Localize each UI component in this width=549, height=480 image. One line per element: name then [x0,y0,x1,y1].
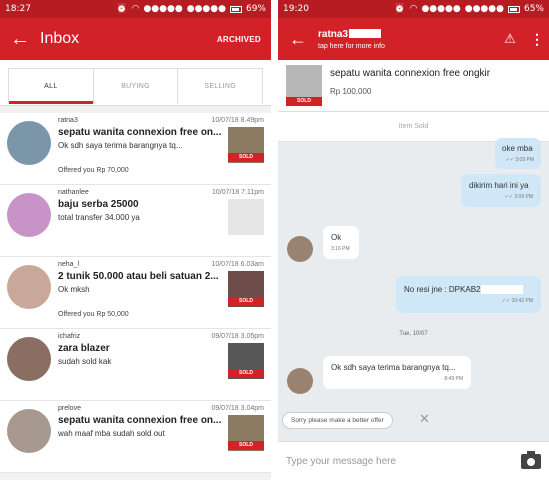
list-item[interactable]: ichafriz 09/07/18 3.05pm zara blazer sudah … [0,329,271,401]
close-icon[interactable]: ✕ [419,411,430,427]
list-item[interactable]: nathanlee 10/07/18 7.11pm baju serba 25000… [0,185,271,257]
tab-all[interactable]: ALL [9,69,94,104]
message-time: ✓✓ 3:09 PM [505,157,534,163]
message-input[interactable]: Type your message here [286,456,521,467]
message-text: dikirim hari ini ya [469,181,529,190]
battery-icon [507,5,520,13]
message-date: 10/07/18 8.49pm [211,117,264,124]
message-time: ✓✓ 10:42 PM [501,298,533,305]
list-item[interactable]: ratna3 10/07/18 8.49pm sepatu wanita conne… [0,113,271,185]
back-arrow-icon[interactable]: ← [278,29,318,50]
message-outgoing: No resi jne : DPKAB2 ✓✓ 10:42 PM [396,276,541,314]
avatar [7,265,51,309]
signal-icon-2: ●●●●● [186,4,226,14]
back-arrow-icon[interactable]: ← [0,28,40,51]
message-text: Ok [331,233,342,242]
product-price: Rp 100,000 [330,87,372,96]
redaction-box [349,29,382,39]
signal-icon: ●●●●● [421,4,461,14]
tab-buying[interactable]: BUYING [94,69,179,104]
message-time: 3:16 PM [331,246,350,252]
conversation-subject: baju serba 25000 [58,199,139,210]
alarm-icon: ⏰ [394,4,406,14]
conversation-subject: zara blazer [58,343,110,354]
sold-badge: SOLD [286,97,322,106]
contact-info[interactable]: ratna3 tap here for more info [318,29,495,50]
app-bar: ← Inbox ARCHIVED [0,18,271,60]
message-text: Ok sdh saya terima barangnya tq... [331,363,456,372]
signal-icon: ●●●●● [143,4,183,14]
conversation-preview: sudah sold kak [58,357,112,366]
warning-icon[interactable]: ⚠ [495,31,525,47]
message-date: 10/07/18 6.03am [211,261,264,268]
quick-reply-chip[interactable]: Sorry please make a better offer [282,412,393,429]
product-header[interactable]: SOLD sepatu wanita connexion free ongkir… [278,60,549,112]
battery-level: 69% [245,4,266,14]
inbox-screen: 18:27 ⏰ ◠ ●●●●● ●●●●● 69% ← Inbox ARCHIV… [0,0,271,480]
sold-badge: SOLD [228,153,264,162]
product-thumbnail [228,199,264,235]
conversation-preview: wah maaf mba sudah sold out [58,429,165,438]
message-date: 09/07/18 3.05pm [211,333,264,340]
message-outgoing: oke mba ✓✓ 3:09 PM [495,138,541,169]
conversation-subject: sepatu wanita connexion free on... [58,127,222,138]
contact-avatar [287,236,313,262]
status-time: 18:27 [5,4,31,14]
conversation-list: ratna3 10/07/18 8.49pm sepatu wanita conne… [0,113,271,473]
tabs-container: ALL BUYING SELLING [0,60,271,106]
message-date: 09/07/18 3.04pm [211,405,264,412]
day-separator: Tue, 10/07 [399,331,428,337]
conversation-preview: total transfer 34.000 ya [58,213,140,222]
message-time: 8:49 PM [444,376,463,382]
message-composer: Type your message here [278,441,549,480]
camera-icon[interactable] [521,450,541,469]
avatar [7,409,51,453]
message-incoming: Ok 3:16 PM [323,226,359,259]
sold-badge: SOLD [228,369,264,378]
contact-name: ratna3 [318,28,349,40]
wifi-icon: ◠ [409,4,418,14]
message-text: No resi jne : DPKAB2 [404,285,481,294]
status-bar: 19:20 ⏰ ◠ ●●●●● ●●●●● 65% [278,0,549,18]
conversation-preview: Ok mksh [58,285,90,294]
product-thumbnail: SOLD [286,65,322,106]
wifi-icon: ◠ [131,4,140,14]
offer-text: Offered you Rp 50,000 [58,311,129,318]
message-text: oke mba [502,144,533,153]
conversation-subject: 2 tunik 50.000 atau beli satuan 2... [58,271,219,282]
tab-selling[interactable]: SELLING [178,69,262,104]
signal-icon-2: ●●●●● [464,4,504,14]
more-vert-icon[interactable]: ⋮ [525,31,549,48]
chat-thread: oke mba ✓✓ 3:09 PM dikirim hari ini ya ✓… [278,138,549,439]
chat-app-bar: ← ratna3 tap here for more info ⚠ ⋮ [278,18,549,60]
status-bar: 18:27 ⏰ ◠ ●●●●● ●●●●● 69% [0,0,271,18]
alarm-icon: ⏰ [116,4,128,14]
archived-button[interactable]: ARCHIVED [217,35,261,44]
sold-badge: SOLD [228,441,264,450]
message-date: 10/07/18 7.11pm [211,189,264,196]
contact-avatar [287,368,313,394]
chat-screen: 19:20 ⏰ ◠ ●●●●● ●●●●● 65% ← ratna3 tap h… [278,0,549,480]
conversation-subject: sepatu wanita connexion free on... [58,415,222,426]
offer-text: Offered you Rp 70,000 [58,167,129,174]
conversation-preview: Ok sdh saya terima barangnya tq... [58,141,183,150]
sold-badge: SOLD [228,297,264,306]
redaction-box [481,285,524,295]
list-item[interactable]: prelove 09/07/18 3.04pm sepatu wanita conn… [0,401,271,473]
message-incoming: Ok sdh saya terima barangnya tq... 8:49 … [323,356,471,389]
avatar [7,337,51,381]
contact-hint: tap here for more info [318,42,385,50]
page-title: Inbox [40,30,80,47]
product-title: sepatu wanita connexion free ongkir [330,68,491,79]
status-time: 19:20 [283,4,309,14]
avatar [7,193,51,237]
message-outgoing: dikirim hari ini ya ✓✓ 3:09 PM [461,174,541,207]
avatar [7,121,51,165]
battery-level: 65% [523,4,544,14]
battery-icon [229,5,242,13]
list-item[interactable]: neha_l 10/07/18 6.03am 2 tunik 50.000 atau… [0,257,271,329]
message-time: ✓✓ 3:09 PM [504,194,533,200]
